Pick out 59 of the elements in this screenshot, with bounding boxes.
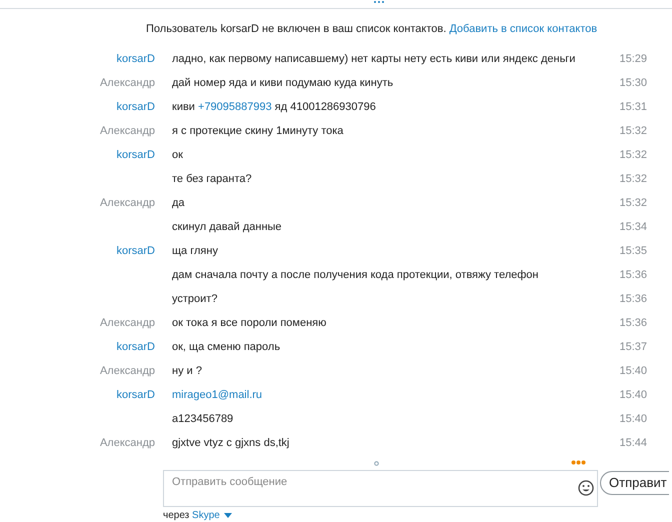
message-time: 15:35	[618, 244, 647, 259]
message-time: 15:36	[618, 316, 647, 331]
notice-text: Пользователь korsarD не включен в ваш список контактов.	[146, 23, 446, 35]
sender-name: korsarD	[116, 388, 155, 401]
via-label: через	[163, 510, 190, 521]
message-time: 15:37	[618, 340, 647, 355]
message-text: киви	[172, 100, 195, 113]
message-time: 15:32	[618, 148, 647, 163]
message-text: дам сначала почту а после получения кода протекции, отвяжу телефон	[172, 268, 538, 281]
message-field[interactable]: Отправить сообщение	[163, 470, 598, 507]
add-contact-link[interactable]: Добавить в список контактов	[449, 23, 598, 35]
message-time: 15:31	[618, 100, 647, 115]
message-time: 15:36	[618, 268, 647, 283]
message-link[interactable]: +79095887993	[198, 100, 272, 113]
send-button[interactable]: Отправит	[600, 471, 669, 495]
sender-name: Александр	[100, 436, 155, 449]
message-time: 15:32	[618, 196, 647, 211]
message-text: gjxtve vtyz c gjxns ds,tkj	[172, 436, 290, 449]
message-time: 15:29	[618, 52, 647, 67]
caret-icon[interactable]	[224, 512, 232, 518]
sender-name: Александр	[100, 364, 155, 377]
message-text: ща гляну	[172, 244, 218, 257]
message-text: я с протекцие скину 1минуту тока	[172, 124, 344, 137]
sender-name: Александр	[100, 196, 155, 209]
message-text: ну и ?	[172, 364, 202, 377]
message-text: скинул давай данные	[172, 220, 282, 233]
sender-name: korsarD	[116, 244, 155, 257]
sender-name: korsarD	[116, 148, 155, 161]
message-text: a123456789	[172, 412, 234, 425]
message-time: 15:36	[618, 292, 647, 307]
message-text: ладно, как первому написавшему) нет карты нету есть киви или яндекс деньги	[172, 52, 576, 65]
message-text: яд 41001286930796	[274, 100, 376, 113]
message-time: 15:40	[618, 388, 647, 403]
sender-name: Александр	[100, 76, 155, 89]
sender-name: korsarD	[116, 340, 155, 353]
message-text: дай номер яда и киви подумаю куда кинуть	[172, 76, 394, 89]
emoticon-icon[interactable]	[578, 480, 594, 496]
message-time: 15:32	[618, 124, 647, 139]
message-text: ок, ща сменю пароль	[172, 340, 280, 353]
sender-name: Александр	[100, 316, 155, 329]
message-time: 15:40	[618, 364, 647, 379]
more-options-icon[interactable]	[571, 460, 586, 465]
typing-indicator-icon	[374, 461, 379, 466]
message-text: да	[172, 196, 185, 209]
grip-icon[interactable]	[373, 0, 385, 5]
message-text: ок тока я все пороли поменяю	[172, 316, 326, 329]
sender-name: korsarD	[116, 52, 155, 65]
message-text: ок	[172, 148, 183, 161]
message-time: 15:30	[618, 76, 647, 91]
message-link[interactable]: mirageo1@mail.ru	[172, 388, 262, 401]
sender-name: korsarD	[116, 100, 155, 113]
message-time: 15:34	[618, 220, 647, 235]
message-text: те без гаранта?	[172, 172, 252, 185]
message-time: 15:44	[618, 436, 647, 451]
message-text: устроит?	[172, 292, 218, 305]
service-dropdown[interactable]: Skype	[192, 510, 220, 521]
message-time: 15:40	[618, 412, 647, 427]
sender-name: Александр	[100, 124, 155, 137]
message-time: 15:32	[618, 172, 647, 187]
